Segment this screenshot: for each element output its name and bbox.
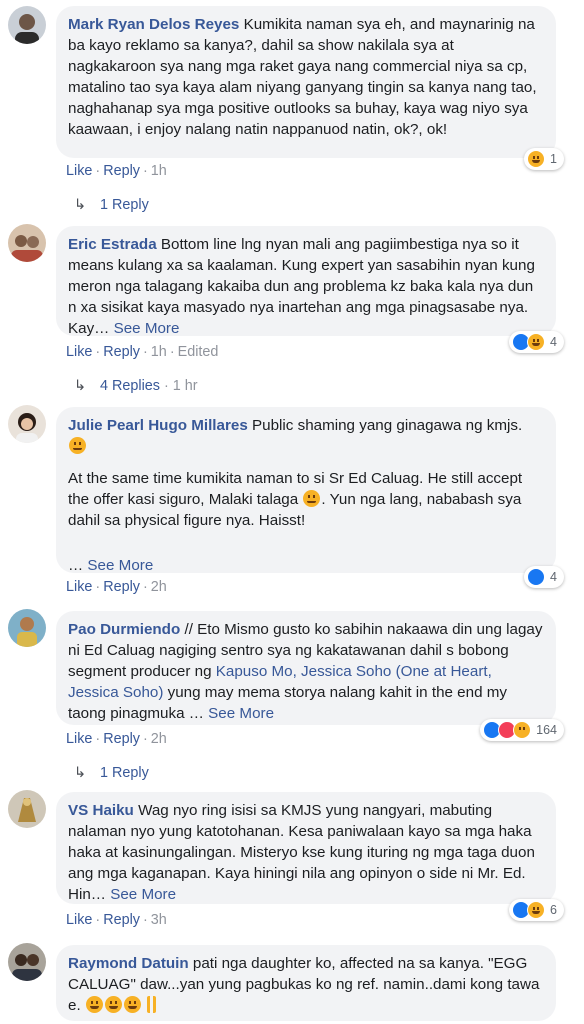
see-more-link[interactable]: See More (114, 320, 180, 337)
author-name[interactable]: Julie Pearl Hugo Millares (68, 417, 248, 434)
reply-link[interactable]: Reply (103, 912, 140, 928)
reaction-summary[interactable]: 6 (509, 899, 564, 921)
haha-reaction-icon (527, 901, 546, 919)
haha-reaction-icon (527, 333, 546, 351)
unamused-emoji-icon (69, 437, 86, 454)
comment-actions: Like · Reply · 2h (66, 731, 167, 747)
comment-bubble: Eric Estrada Bottom line lng nyan mali a… (56, 226, 556, 337)
disappointed-emoji-icon (303, 490, 321, 507)
reply-arrow-icon: ↳ (74, 378, 87, 394)
replies-label[interactable]: 1 Reply (100, 765, 149, 781)
reply-link[interactable]: Reply (103, 163, 140, 179)
rofl-emoji-icon (123, 996, 141, 1013)
replies-label[interactable]: 1 Reply (100, 197, 149, 213)
replies-label[interactable]: 4 Replies (100, 378, 160, 394)
comment-time[interactable]: 3h (151, 912, 167, 928)
like-reaction-icon (527, 568, 546, 586)
comment-actions: Like · Reply · 1h · Edited (66, 344, 219, 360)
reaction-count: 164 (536, 723, 557, 737)
see-more-link[interactable]: See More (87, 557, 153, 574)
reply-arrow-icon: ↳ (74, 197, 87, 213)
comment-time[interactable]: 1h (151, 163, 167, 179)
edited-label[interactable]: Edited (178, 344, 219, 360)
comment-time[interactable]: 2h (151, 579, 167, 595)
comment-bubble: VS Haiku Wag nyo ring isisi sa KMJS yung… (56, 792, 556, 904)
like-link[interactable]: Like (66, 344, 92, 360)
avatar[interactable] (8, 6, 46, 44)
like-link[interactable]: Like (66, 579, 92, 595)
reply-arrow-icon: ↳ (74, 765, 87, 781)
laughing-emoji-icon (104, 996, 122, 1013)
avatar[interactable] (8, 405, 46, 443)
author-name[interactable]: Mark Ryan Delos Reyes (68, 16, 239, 33)
avatar[interactable] (8, 790, 46, 828)
reaction-count: 4 (550, 570, 557, 584)
see-more-link[interactable]: See More (208, 705, 274, 722)
reply-link[interactable]: Reply (103, 344, 140, 360)
author-name[interactable]: Pao Durmiendo (68, 621, 180, 638)
reaction-count: 1 (550, 152, 557, 166)
avatar[interactable] (8, 943, 46, 981)
reply-link[interactable]: Reply (103, 731, 140, 747)
victory-hand-icon (143, 996, 160, 1013)
reaction-summary[interactable]: 164 (480, 719, 564, 741)
comment-bubble: Raymond Datuin pati nga daughter ko, aff… (56, 945, 556, 1021)
author-name[interactable]: VS Haiku (68, 802, 134, 819)
like-link[interactable]: Like (66, 731, 92, 747)
comment-time[interactable]: 1h (151, 344, 167, 360)
see-more-link[interactable]: See More (110, 886, 176, 903)
comment-bubble: Mark Ryan Delos Reyes Kumikita naman sya… (56, 6, 556, 158)
sad-reaction-icon (513, 721, 532, 739)
avatar[interactable] (8, 224, 46, 262)
reaction-count: 4 (550, 335, 557, 349)
like-link[interactable]: Like (66, 912, 92, 928)
grinning-emoji-icon (85, 996, 103, 1013)
comment-bubble: Julie Pearl Hugo Millares Public shaming… (56, 407, 556, 574)
comment-time[interactable]: 2h (151, 731, 167, 747)
comment-actions: Like · Reply · 3h (66, 912, 167, 928)
comment-text: Public shaming yang ginagawa ng kmjs. (252, 417, 523, 434)
reaction-summary[interactable]: 1 (524, 148, 564, 170)
author-name[interactable]: Eric Estrada (68, 236, 157, 253)
reaction-count: 6 (550, 903, 557, 917)
comment-actions: Like · Reply · 2h (66, 579, 167, 595)
view-replies-link[interactable]: ↳ 1 Reply (74, 196, 149, 214)
reaction-summary[interactable]: 4 (524, 566, 564, 588)
view-replies-link[interactable]: ↳ 1 Reply (74, 764, 149, 782)
comment-bubble: Pao Durmiendo // Eto Mismo gusto ko sabi… (56, 611, 556, 725)
replies-time: 1 hr (172, 378, 198, 394)
author-name[interactable]: Raymond Datuin (68, 955, 189, 972)
reply-link[interactable]: Reply (103, 579, 140, 595)
avatar[interactable] (8, 609, 46, 647)
haha-reaction-icon (527, 150, 546, 168)
view-replies-link[interactable]: ↳ 4 Replies · 1 hr (74, 377, 198, 395)
comment-text: Kumikita naman sya eh, and maynarinig na… (68, 16, 537, 138)
like-link[interactable]: Like (66, 163, 92, 179)
comment-actions: Like · Reply · 1h (66, 163, 167, 179)
reaction-summary[interactable]: 4 (509, 331, 564, 353)
ellipsis: … (68, 557, 84, 574)
